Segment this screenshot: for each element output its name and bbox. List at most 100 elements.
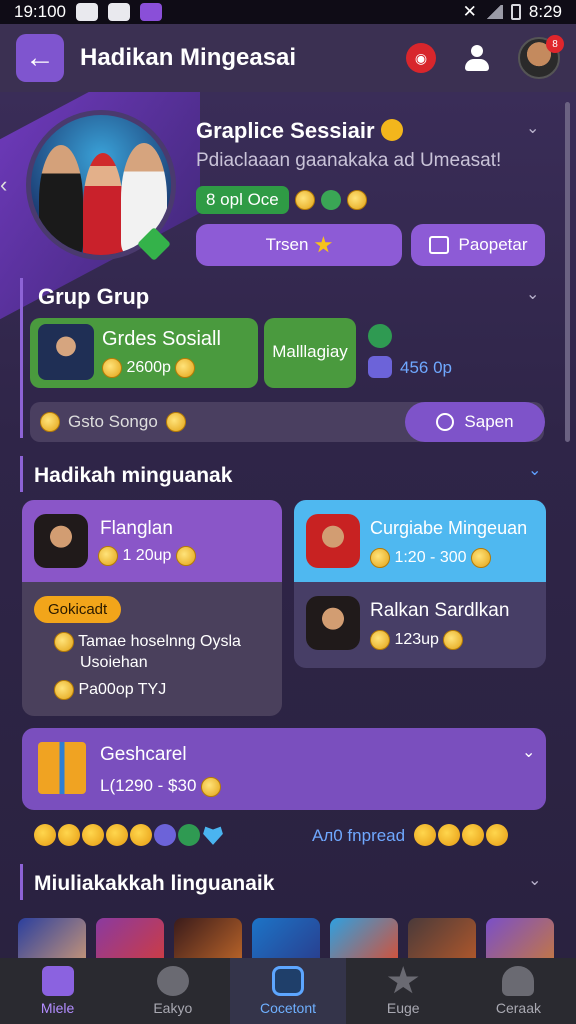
- coin-icon: [294, 190, 315, 210]
- gift-card-value: L(1290 - $30: [100, 776, 197, 795]
- edit-icon: [428, 236, 449, 254]
- emoji-icon: [346, 190, 367, 210]
- nav-item-favorites[interactable]: Euge: [346, 958, 461, 1024]
- chevron-down-icon[interactable]: ⌄: [522, 742, 535, 762]
- status-badge: Gokicadt: [34, 596, 122, 623]
- wifi-icon: ✕: [462, 2, 477, 21]
- pill-icon: [40, 412, 60, 432]
- discover-icon: [156, 966, 189, 996]
- nav-item-discover[interactable]: Eakyo: [115, 958, 230, 1024]
- chevron-down-icon[interactable]: ⌄: [526, 118, 539, 138]
- signal-icon: [484, 5, 503, 19]
- app-notification-icon: [140, 3, 162, 21]
- game-thumbnail[interactable]: [96, 918, 164, 958]
- game-thumbnail[interactable]: [252, 918, 320, 958]
- battery-icon: [510, 4, 521, 20]
- emoji-icon: [470, 548, 491, 568]
- game-thumbnail[interactable]: [408, 918, 476, 958]
- facebook-icon: [178, 824, 200, 846]
- coin-icon: [82, 824, 104, 846]
- notification-badge: 8: [546, 35, 564, 53]
- nav-item-profile[interactable]: Ceraak: [461, 958, 576, 1024]
- level-row: 8 opl Oce: [196, 186, 367, 214]
- facebook-icon: [154, 824, 176, 846]
- reward-card-left[interactable]: Flanglan 1 20up Gokicadt Tamae hoselnng …: [22, 500, 282, 716]
- chevron-down-icon[interactable]: ⌄: [526, 284, 539, 304]
- smile-icon: [462, 824, 484, 846]
- coin-icon: [54, 632, 74, 652]
- smile-icon: [438, 824, 460, 846]
- arrow-left-icon: ←: [25, 41, 55, 74]
- coin-icon: [130, 824, 152, 846]
- gift-card[interactable]: [22, 728, 546, 810]
- facebook-icon: [320, 190, 341, 210]
- primary-button[interactable]: Trsen: [196, 224, 402, 266]
- section-title-group: Grup Grup: [38, 284, 150, 309]
- gmail-icon: [76, 3, 98, 21]
- emoji-icon: [380, 119, 403, 141]
- wallet-icon: [368, 356, 392, 378]
- coin-icon: [370, 548, 390, 568]
- coin-icon: [201, 776, 222, 797]
- nav-item-home[interactable]: Miele: [0, 958, 115, 1024]
- coin-icon: [370, 630, 390, 650]
- app-header: ← Hadikan Mingeasai ◉ 8: [0, 24, 576, 92]
- coin-icon: [102, 358, 122, 378]
- bottom-nav: Miele Eakyo Cocetont Euge Ceraak: [0, 958, 576, 1024]
- profile-name: Graplice Sessiair: [196, 118, 403, 144]
- emoji-icon: [486, 824, 508, 846]
- profile-icon: [502, 966, 535, 996]
- edit-button[interactable]: Paopetar: [411, 224, 545, 266]
- back-button[interactable]: ←: [16, 34, 64, 82]
- game-thumbnail[interactable]: [18, 918, 86, 958]
- auto-spread-link[interactable]: Aл0 fnpread: [312, 826, 405, 846]
- user-avatar: [306, 514, 360, 568]
- heart-icon: [203, 826, 223, 845]
- coin-icon: [54, 680, 74, 700]
- home-icon: [41, 966, 74, 996]
- section-title-hadikah: Hadikah minguanak: [34, 464, 233, 487]
- smile-icon: [106, 824, 128, 846]
- emoji-reaction-row: [34, 824, 224, 846]
- group-card-secondary[interactable]: Malllagiay: [264, 318, 356, 388]
- reward-card-right[interactable]: Curgiabe Mingeuan 1:20 - 300 Ralkan Sard…: [294, 500, 546, 668]
- game-thumbnail[interactable]: [330, 918, 398, 958]
- level-badge: 8 opl Oce: [196, 186, 289, 214]
- whatsapp-icon[interactable]: [368, 324, 392, 348]
- smile-icon: [414, 824, 436, 846]
- section-title-games: Miuliakakkah linguanaik: [34, 872, 275, 895]
- search-button[interactable]: Sapen: [405, 402, 545, 442]
- chevron-down-icon[interactable]: ⌄: [528, 870, 541, 890]
- profile-avatar[interactable]: 8: [518, 35, 564, 79]
- chevron-left-icon[interactable]: ‹: [0, 172, 7, 198]
- emoji-icon: [175, 358, 196, 378]
- user-avatar: [306, 596, 360, 650]
- game-thumbnail[interactable]: [486, 918, 554, 958]
- gift-card-title: Geshcarel: [100, 744, 187, 765]
- scrollbar[interactable]: [565, 102, 570, 442]
- user-avatar: [34, 514, 88, 568]
- coin-icon: [175, 546, 196, 566]
- game-thumbnail[interactable]: [174, 918, 242, 958]
- coin-icon: [34, 824, 56, 846]
- page-title: Hadikan Mingeasai: [80, 44, 297, 71]
- nav-item-content[interactable]: Cocetont: [230, 958, 346, 1024]
- status-time: 19:100: [14, 2, 66, 21]
- live-icon[interactable]: ◉: [406, 43, 436, 73]
- profile-subtitle: Pdiaclaaan gaanakaka ad Umeasat!: [196, 150, 502, 171]
- search-icon: [436, 413, 455, 431]
- counter-value: 456 0p: [400, 358, 452, 377]
- status-time-right: 8:29: [528, 2, 562, 21]
- group-thumbnail: [38, 324, 94, 380]
- messenger-icon: [108, 3, 130, 21]
- content-icon: [272, 966, 304, 996]
- coin-icon: [58, 824, 80, 846]
- group-card-main[interactable]: Grdes Sosiall 2600p: [30, 318, 258, 388]
- user-icon[interactable]: [462, 43, 492, 73]
- main-content: ‹ Graplice Sessiair ⌄ Pdiaclaaan gaanaka…: [0, 92, 576, 958]
- star-icon: [387, 966, 419, 994]
- status-bar: 19:100 ✕ 8:29: [0, 0, 576, 24]
- chevron-down-icon[interactable]: ⌄: [528, 460, 541, 480]
- emoji-icon: [166, 412, 186, 432]
- coin-icon: [443, 630, 464, 650]
